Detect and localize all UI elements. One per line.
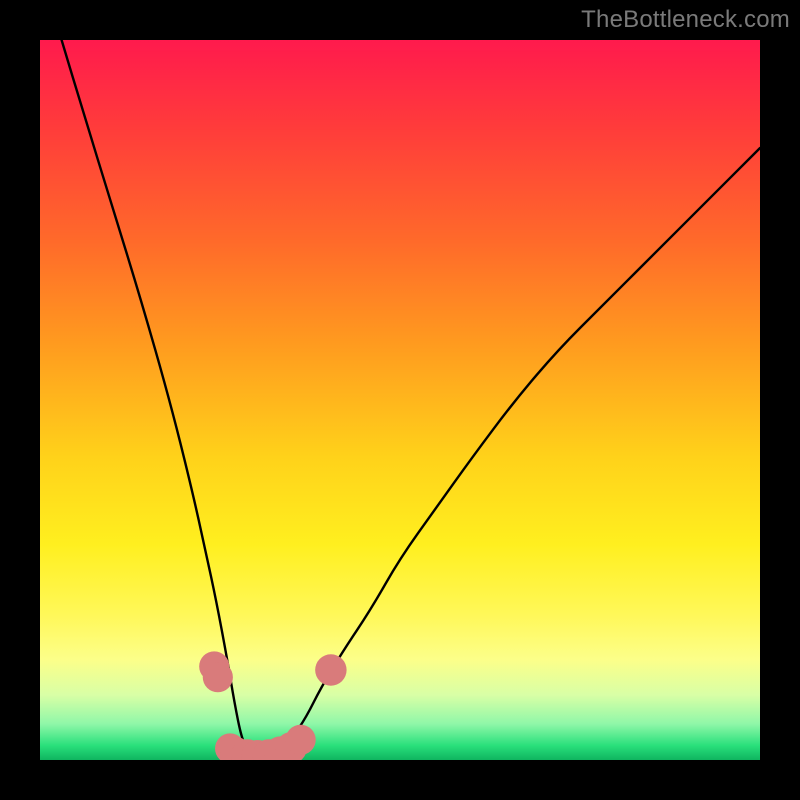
chart-frame: TheBottleneck.com bbox=[0, 0, 800, 800]
watermark-text: TheBottleneck.com bbox=[581, 6, 790, 34]
data-marker bbox=[203, 662, 233, 692]
data-marker bbox=[315, 654, 346, 685]
data-markers bbox=[199, 651, 346, 760]
bottleneck-curve bbox=[62, 40, 760, 756]
data-marker bbox=[286, 725, 316, 755]
chart-plot-area bbox=[40, 40, 760, 760]
chart-svg bbox=[40, 40, 760, 760]
